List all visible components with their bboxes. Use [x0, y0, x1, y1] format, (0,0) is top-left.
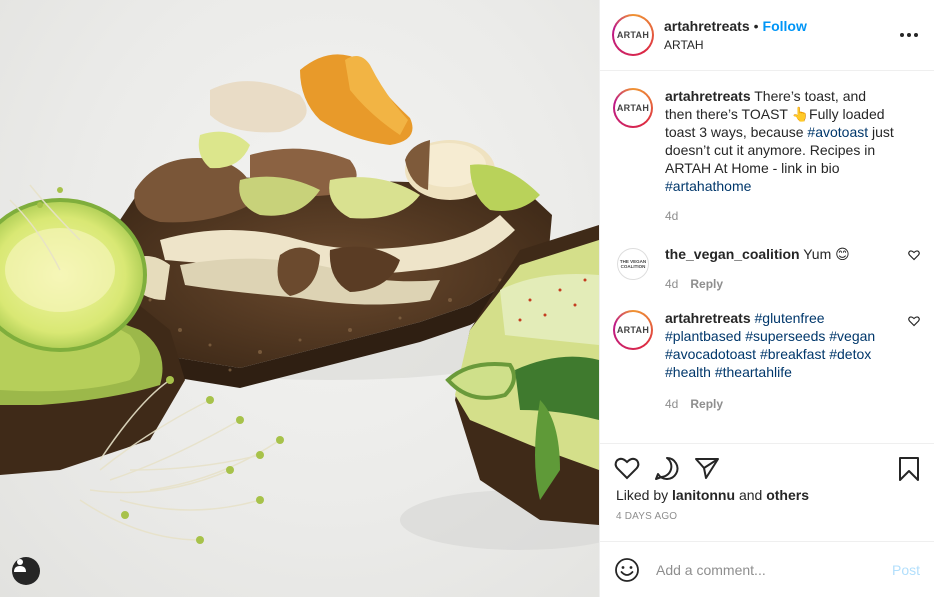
hashtag-link[interactable]: #avotoast	[807, 124, 868, 140]
hashtag-link[interactable]: #health	[665, 364, 711, 380]
avatar[interactable]: ARTAH	[613, 310, 653, 350]
avatar[interactable]: ARTAH	[613, 88, 653, 128]
food-illustration	[0, 54, 599, 550]
location-link[interactable]: ARTAH	[664, 38, 898, 52]
post-comment-button[interactable]: Post	[892, 562, 920, 578]
hashtag-link[interactable]: #detox	[829, 346, 871, 362]
post-timestamp[interactable]: 4 DAYS AGO	[600, 511, 934, 541]
comment-item: ARTAH artahretreats #glutenfree #plantba…	[612, 309, 922, 413]
liked-by-user[interactable]: lanitonnu	[672, 487, 735, 503]
comment-input[interactable]	[656, 561, 892, 578]
comment-icon[interactable]	[654, 456, 680, 480]
share-icon[interactable]	[694, 456, 720, 480]
hashtag-link[interactable]: #superseeds	[745, 328, 825, 344]
emoji-icon[interactable]	[614, 557, 640, 583]
like-comment-icon[interactable]	[908, 249, 920, 261]
avatar-logo-text: ARTAH	[616, 103, 650, 113]
hashtag-link[interactable]: #theartahlife	[715, 364, 792, 380]
likes-and: and	[738, 487, 763, 503]
user-tag-icon[interactable]	[12, 557, 40, 585]
caption-time[interactable]: 4d	[665, 207, 678, 225]
save-icon[interactable]	[898, 456, 920, 482]
reply-button[interactable]: Reply	[690, 275, 723, 293]
comment-item: THE VEGAN COALITION the_vegan_coalition …	[612, 243, 922, 293]
hashtag-link[interactable]: #avocadotoast	[665, 346, 756, 362]
reply-button[interactable]: Reply	[690, 395, 723, 413]
caption: ARTAH artahretreats There’s toast, and t…	[612, 87, 922, 225]
likes-prefix: Liked by	[616, 487, 669, 503]
more-options-icon[interactable]	[898, 27, 920, 43]
comment-username[interactable]: the_vegan_coalition	[665, 246, 800, 262]
avatar-logo-text: THE VEGAN COALITION	[619, 259, 647, 269]
avatar[interactable]: THE VEGAN COALITION	[617, 248, 649, 280]
hashtag-link[interactable]: #breakfast	[760, 346, 825, 362]
separator-dot: •	[753, 18, 759, 34]
instagram-post: ARTAH artahretreats • Follow ARTAH ARTAH…	[0, 0, 934, 597]
header-text: artahretreats • Follow ARTAH	[664, 18, 898, 52]
caption-username[interactable]: artahretreats	[665, 88, 751, 104]
hashtag-link[interactable]: #artahathome	[665, 178, 751, 194]
add-comment-bar: Post	[600, 541, 934, 597]
header-username[interactable]: artahretreats	[664, 18, 750, 34]
like-comment-icon[interactable]	[908, 315, 920, 327]
hashtag-link[interactable]: #vegan	[829, 328, 875, 344]
likes-summary: Liked by lanitonnu and others	[600, 487, 934, 507]
avatar[interactable]: ARTAH	[612, 14, 654, 56]
heart-icon[interactable]	[614, 456, 640, 480]
likes-others-link[interactable]: others	[766, 487, 809, 503]
post-side-panel: ARTAH artahretreats • Follow ARTAH ARTAH…	[599, 0, 934, 597]
post-header: ARTAH artahretreats • Follow ARTAH	[600, 0, 934, 71]
comments-section: ARTAH artahretreats There’s toast, and t…	[600, 71, 934, 443]
comment-text: Yum 😊	[803, 246, 850, 262]
comment-username[interactable]: artahretreats	[665, 310, 751, 326]
follow-button[interactable]: Follow	[763, 18, 807, 34]
hashtag-link[interactable]: #glutenfree	[755, 310, 825, 326]
avatar-logo-text: ARTAH	[616, 325, 650, 335]
comment-time[interactable]: 4d	[665, 395, 678, 413]
avatar-logo-text: ARTAH	[616, 30, 650, 40]
comment-time[interactable]: 4d	[665, 275, 678, 293]
hashtag-link[interactable]: #plantbased	[665, 328, 741, 344]
post-photo[interactable]	[0, 0, 599, 597]
